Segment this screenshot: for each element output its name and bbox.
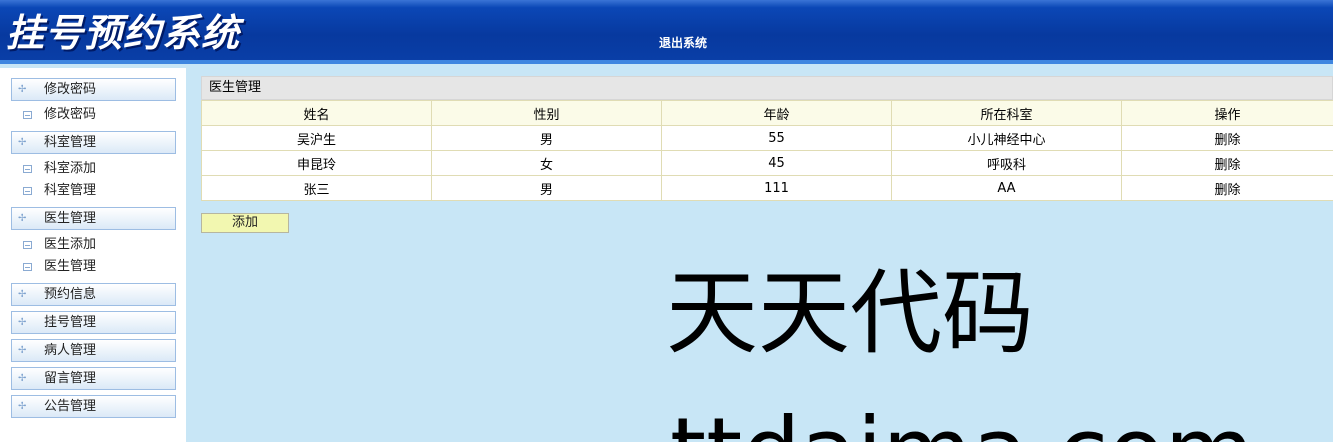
cell-department: 小儿神经中心 [891, 125, 1122, 151]
menu-head-label: 挂号管理 [44, 315, 97, 330]
menu-head-label: 医生管理 [44, 211, 97, 226]
expand-icon: ✢ [18, 317, 27, 328]
table-header-row: 姓名 性别 年龄 所在科室 操作 [201, 100, 1333, 126]
cell-name: 张三 [201, 175, 432, 201]
cell-department: 呼吸科 [891, 150, 1122, 176]
header-stripe [0, 60, 1333, 64]
menu-head-label: 预约信息 [44, 287, 97, 302]
item-icon [23, 241, 32, 249]
menu-head-appointments[interactable]: ✢ 预约信息 [11, 283, 176, 306]
app-logo-title: 挂号预约系统 [6, 11, 241, 55]
expand-icon: ✢ [18, 345, 27, 356]
table-row: 申昆玲 女 45 呼吸科 删除 [201, 150, 1333, 176]
doctor-panel: 医生管理 姓名 性别 年龄 所在科室 操作 吴沪生 男 55 小儿神经中心 删除… [201, 76, 1333, 201]
menu-item-label: 医生管理 [44, 259, 97, 274]
expand-icon: ✢ [18, 289, 27, 300]
cell-age: 111 [661, 175, 892, 201]
cell-name: 吴沪生 [201, 125, 432, 151]
cell-name: 申昆玲 [201, 150, 432, 176]
item-icon [23, 165, 32, 173]
cell-gender: 男 [431, 175, 662, 201]
menu-item-manage-department[interactable]: 科室管理 [22, 181, 96, 201]
expand-icon: ✢ [18, 213, 27, 224]
menu-head-department[interactable]: ✢ 科室管理 [11, 131, 176, 154]
menu-head-label: 科室管理 [44, 135, 97, 150]
item-icon [23, 263, 32, 271]
item-icon [23, 187, 32, 195]
menu-item-add-doctor[interactable]: 医生添加 [22, 235, 96, 255]
menu-head-doctor[interactable]: ✢ 医生管理 [11, 207, 176, 230]
table-row: 张三 男 111 AA 删除 [201, 175, 1333, 201]
cell-gender: 女 [431, 150, 662, 176]
menu-item-label: 科室添加 [44, 161, 97, 176]
expand-icon: ✢ [18, 137, 27, 148]
delete-link[interactable]: 删除 [1121, 125, 1333, 151]
delete-link[interactable]: 删除 [1121, 150, 1333, 176]
cell-gender: 男 [431, 125, 662, 151]
doctor-table: 姓名 性别 年龄 所在科室 操作 吴沪生 男 55 小儿神经中心 删除 申昆玲 … [201, 100, 1333, 201]
menu-head-password[interactable]: ✢ 修改密码 [11, 78, 176, 101]
menu-item-label: 科室管理 [44, 183, 97, 198]
menu-head-label: 公告管理 [44, 399, 97, 414]
menu-head-patients[interactable]: ✢ 病人管理 [11, 339, 176, 362]
table-row: 吴沪生 男 55 小儿神经中心 删除 [201, 125, 1333, 151]
menu-head-label: 修改密码 [44, 82, 97, 97]
column-header-actions: 操作 [1121, 100, 1333, 126]
column-header-name: 姓名 [201, 100, 432, 126]
watermark-text: 天天代码 [666, 260, 1035, 367]
expand-icon: ✢ [18, 373, 27, 384]
menu-head-announcements[interactable]: ✢ 公告管理 [11, 395, 176, 418]
column-header-gender: 性别 [431, 100, 662, 126]
header-banner: 挂号预约系统 退出系统 [0, 0, 1333, 64]
menu-item-label: 医生添加 [44, 237, 97, 252]
panel-title: 医生管理 [201, 76, 1333, 100]
expand-icon: ✢ [18, 84, 27, 95]
column-header-department: 所在科室 [891, 100, 1122, 126]
expand-icon: ✢ [18, 401, 27, 412]
add-doctor-button[interactable]: 添加 [201, 213, 289, 233]
cell-department: AA [891, 175, 1122, 201]
delete-link[interactable]: 删除 [1121, 175, 1333, 201]
menu-head-messages[interactable]: ✢ 留言管理 [11, 367, 176, 390]
menu-item-change-password[interactable]: 修改密码 [22, 105, 96, 125]
menu-item-manage-doctor[interactable]: 医生管理 [22, 257, 96, 277]
logout-link[interactable]: 退出系统 [659, 34, 707, 51]
menu-head-label: 病人管理 [44, 343, 97, 358]
item-icon [23, 111, 32, 119]
cell-age: 55 [661, 125, 892, 151]
watermark-url: ttdaima.com [670, 396, 1254, 442]
menu-head-registration[interactable]: ✢ 挂号管理 [11, 311, 176, 334]
menu-item-label: 修改密码 [44, 107, 97, 122]
menu-head-label: 留言管理 [44, 371, 97, 386]
sidebar: ✢ 修改密码 修改密码 ✢ 科室管理 科室添加 科室管理 ✢ 医生管理 医生添加… [0, 68, 186, 442]
cell-age: 45 [661, 150, 892, 176]
column-header-age: 年龄 [661, 100, 892, 126]
menu-item-add-department[interactable]: 科室添加 [22, 159, 96, 179]
